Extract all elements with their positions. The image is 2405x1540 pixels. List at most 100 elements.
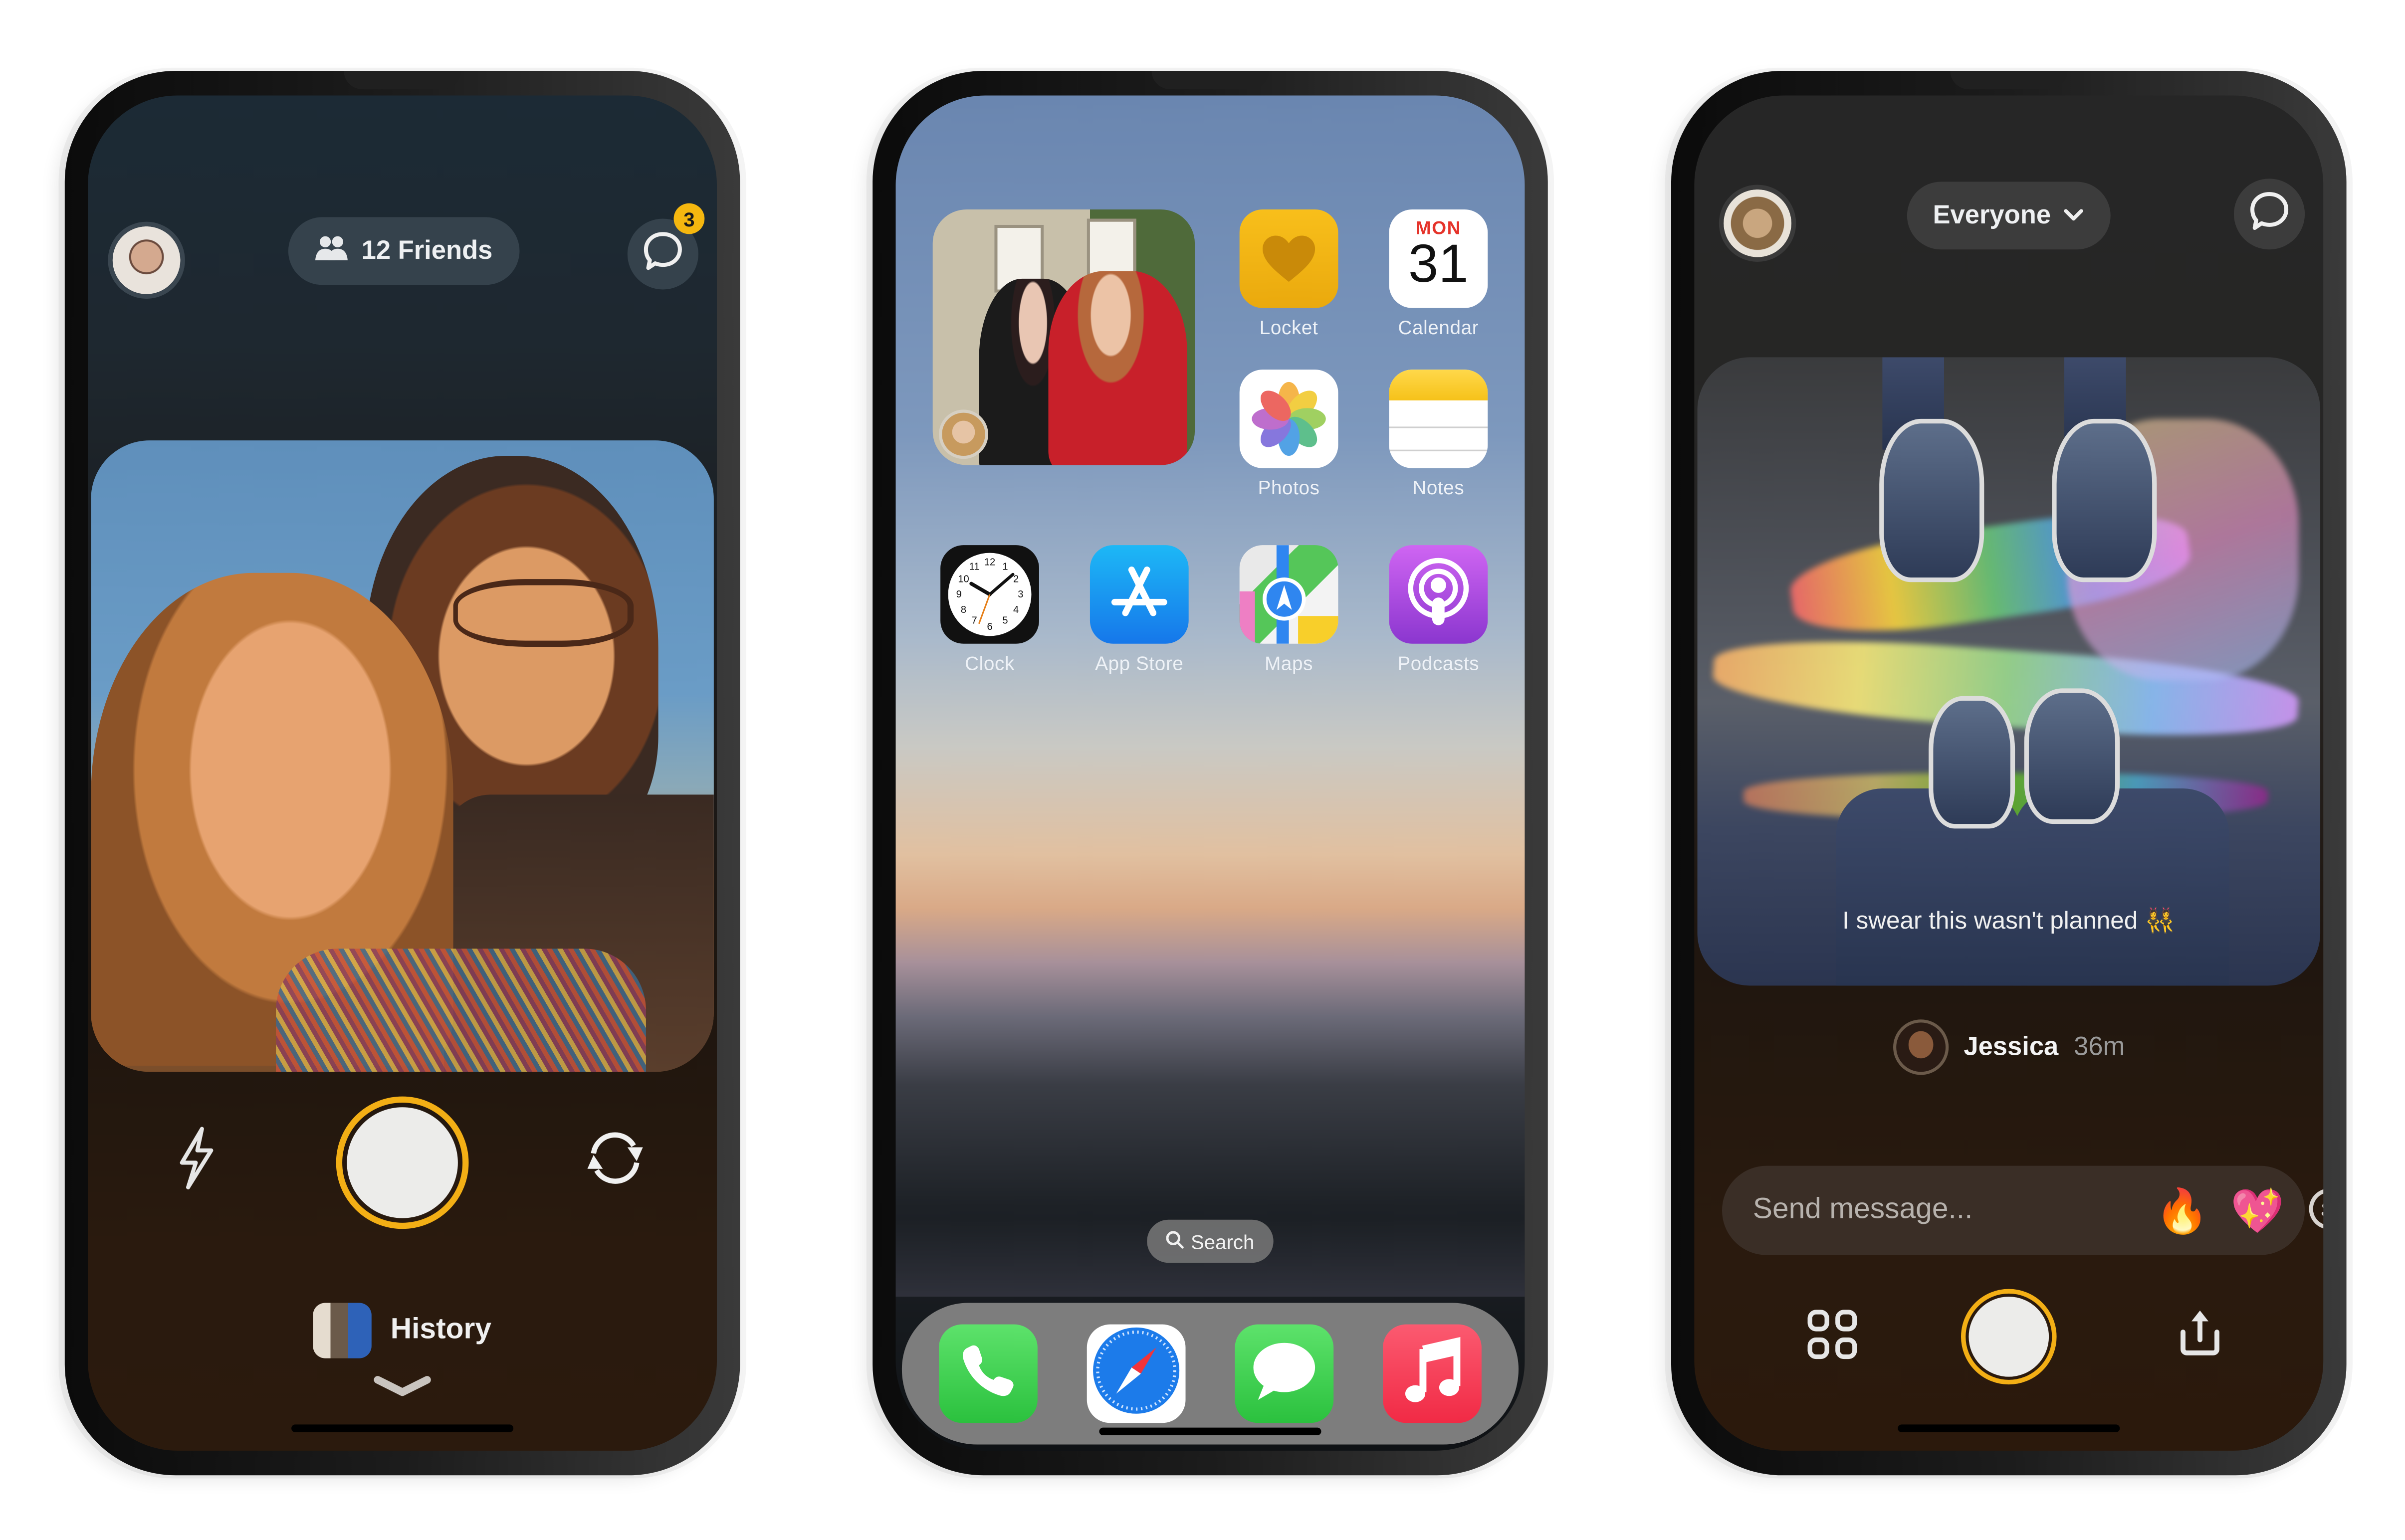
app-label: Notes xyxy=(1412,477,1465,499)
post-caption: I swear this wasn't planned 👯‍♀️ xyxy=(1842,908,2176,935)
phone-home-screen: Locket MON 31 Calendar Photos Notes 12 1… xyxy=(866,67,1554,1479)
notch xyxy=(1151,71,1269,90)
search-label: Search xyxy=(1190,1229,1255,1253)
chat-bubble-icon xyxy=(2248,189,2291,239)
photos-flower-icon xyxy=(1239,370,1338,468)
unread-badge: 3 xyxy=(673,203,705,234)
showcase: 12 Friends 3 History Locket MON 31 Calen… xyxy=(0,0,2405,1540)
post-author[interactable]: Jessica 36m xyxy=(1694,1019,2323,1075)
app-clock[interactable]: 12 1 2 3 4 5 6 7 8 9 10 11 Clock xyxy=(939,545,1041,675)
locket-widget[interactable] xyxy=(932,209,1195,465)
app-notes[interactable]: Notes xyxy=(1387,370,1489,499)
notch xyxy=(1950,71,2068,90)
history-thumbnail xyxy=(313,1303,372,1358)
people-icon xyxy=(315,233,349,269)
svg-text:5: 5 xyxy=(1002,615,1008,626)
chat-bubble-icon xyxy=(642,229,685,280)
svg-text:7: 7 xyxy=(972,615,977,626)
shoe xyxy=(1929,696,2015,829)
chevron-down-icon[interactable] xyxy=(372,1373,434,1406)
notes-header xyxy=(1389,370,1488,400)
home-indicator[interactable] xyxy=(291,1424,514,1432)
calendar-icon: MON 31 xyxy=(1389,209,1488,308)
share-button[interactable] xyxy=(2169,1305,2231,1366)
post-photo[interactable]: I swear this wasn't planned 👯‍♀️ xyxy=(1697,357,2321,986)
flash-button[interactable] xyxy=(165,1126,227,1192)
grid-icon xyxy=(1805,1307,1861,1370)
svg-text:3: 3 xyxy=(1018,589,1023,600)
messages-button[interactable] xyxy=(2233,179,2305,250)
app-label: App Store xyxy=(1095,653,1184,675)
author-avatar xyxy=(1893,1019,1949,1075)
feed-screen: Everyone xyxy=(1694,95,2324,1451)
camera-preview[interactable] xyxy=(91,440,714,1072)
shoe xyxy=(1879,418,1984,582)
messages-button[interactable]: 3 xyxy=(627,203,705,290)
app-maps[interactable]: Maps xyxy=(1238,545,1340,675)
podcasts-icon xyxy=(1389,545,1488,644)
message-bar: 🔥 💖 xyxy=(1722,1165,2324,1255)
app-podcasts[interactable]: Podcasts xyxy=(1387,545,1489,675)
svg-text:6: 6 xyxy=(987,621,992,632)
friends-button[interactable]: 12 Friends xyxy=(288,217,520,285)
app-label: Photos xyxy=(1258,477,1320,499)
svg-text:1: 1 xyxy=(1002,562,1008,573)
dock xyxy=(901,1303,1519,1445)
calendar-day: 31 xyxy=(1408,234,1469,294)
add-emoji-icon[interactable] xyxy=(2306,1182,2324,1239)
feed-controls xyxy=(1694,1289,2323,1391)
grid-button[interactable] xyxy=(1802,1308,1864,1369)
shoe xyxy=(2052,418,2157,582)
camera-screen: 12 Friends 3 History xyxy=(88,95,717,1451)
history-label: History xyxy=(390,1314,492,1346)
maps-location-marker xyxy=(1263,578,1306,621)
flip-camera-button[interactable] xyxy=(584,1131,646,1192)
chevron-down-icon xyxy=(2063,200,2085,231)
history-button[interactable]: History xyxy=(88,1303,717,1358)
search-icon xyxy=(1166,1230,1185,1253)
phone-feed: Everyone xyxy=(1665,67,2353,1479)
phone-icon xyxy=(959,1341,1017,1407)
shutter-inner xyxy=(1968,1297,2049,1377)
home-indicator[interactable] xyxy=(1898,1424,2120,1432)
shutter-button[interactable] xyxy=(1961,1289,2057,1385)
app-photos[interactable]: Photos xyxy=(1238,370,1340,499)
share-icon xyxy=(2172,1304,2227,1367)
dock-app-phone[interactable] xyxy=(939,1324,1038,1423)
friends-count-label: 12 Friends xyxy=(361,235,493,265)
home-indicator[interactable] xyxy=(1099,1427,1321,1436)
camera-controls xyxy=(88,1096,717,1235)
profile-avatar[interactable] xyxy=(108,221,185,299)
avatar-image xyxy=(1724,189,1792,257)
audience-selector[interactable]: Everyone xyxy=(1907,182,2111,250)
app-app-store[interactable]: App Store xyxy=(1089,545,1190,675)
dock-app-messages[interactable] xyxy=(1235,1324,1334,1423)
search-button[interactable]: Search xyxy=(1147,1219,1274,1263)
audience-label: Everyone xyxy=(1933,200,2051,230)
profile-avatar[interactable] xyxy=(1719,185,1796,262)
preview-scarf xyxy=(276,949,646,1072)
phone-camera: 12 Friends 3 History xyxy=(58,67,746,1479)
shoe xyxy=(2024,688,2120,824)
svg-text:12: 12 xyxy=(984,557,995,568)
dock-app-music[interactable] xyxy=(1383,1324,1482,1423)
svg-text:8: 8 xyxy=(961,604,966,615)
app-store-icon xyxy=(1090,545,1189,644)
svg-text:4: 4 xyxy=(1013,604,1019,615)
svg-text:10: 10 xyxy=(958,574,969,584)
app-label: Calendar xyxy=(1398,317,1479,339)
notes-line xyxy=(1389,449,1488,451)
message-input[interactable] xyxy=(1749,1192,2134,1229)
fire-reaction-button[interactable]: 🔥 xyxy=(2155,1185,2209,1236)
app-calendar[interactable]: MON 31 Calendar xyxy=(1387,209,1489,339)
sparkling-heart-reaction-button[interactable]: 💖 xyxy=(2230,1185,2284,1236)
avatar-image xyxy=(112,226,181,294)
app-locket[interactable]: Locket xyxy=(1238,209,1340,339)
app-label: Podcasts xyxy=(1397,653,1480,675)
widget-sender-avatar xyxy=(939,409,988,459)
app-label: Locket xyxy=(1259,317,1318,339)
shutter-button[interactable] xyxy=(336,1096,469,1229)
dock-app-safari[interactable] xyxy=(1087,1324,1186,1423)
message-bubble-icon xyxy=(1249,1338,1319,1410)
home-screen: Locket MON 31 Calendar Photos Notes 12 1… xyxy=(895,95,1525,1451)
